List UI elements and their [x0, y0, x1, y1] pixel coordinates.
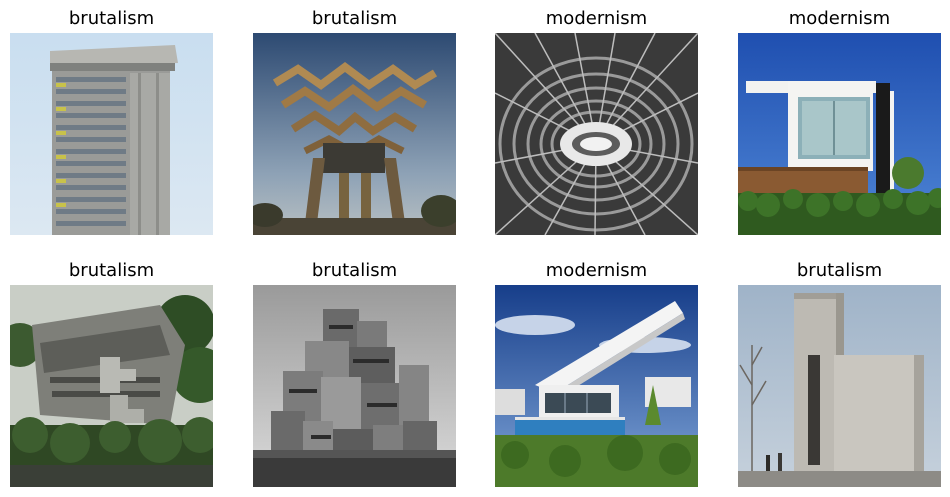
- thumbnail-image: [10, 33, 213, 235]
- grid-cell: modernism: [495, 258, 698, 488]
- zigzag-library-image: [253, 33, 456, 235]
- grid-cell: brutalism: [738, 258, 941, 488]
- thumbnail-image: [738, 285, 941, 487]
- cell-title: brutalism: [796, 260, 883, 281]
- thumbnail-image: [495, 33, 698, 235]
- ribbed-ceiling-image: [495, 33, 698, 235]
- cell-title: brutalism: [68, 8, 155, 29]
- thumbnail-image: [253, 33, 456, 235]
- concrete-tower-image: [738, 285, 941, 487]
- grid-cell: modernism: [738, 6, 941, 236]
- thumbnail-image: [495, 285, 698, 487]
- cell-title: modernism: [545, 8, 648, 29]
- grid-cell: modernism: [495, 6, 698, 236]
- thumbnail-image: [10, 285, 213, 487]
- cell-title: brutalism: [311, 260, 398, 281]
- cell-title: modernism: [788, 8, 891, 29]
- grid-cell: brutalism: [10, 258, 213, 488]
- cell-title: brutalism: [68, 260, 155, 281]
- thumbnail-image: [738, 33, 941, 235]
- grid-cell: brutalism: [253, 258, 456, 488]
- cantilever-house-image: [738, 33, 941, 235]
- thumbnail-image: [253, 285, 456, 487]
- cell-title: brutalism: [311, 8, 398, 29]
- grid-cell: brutalism: [10, 6, 213, 236]
- cell-title: modernism: [545, 260, 648, 281]
- tower-building-image: [10, 33, 213, 235]
- stair-building-image: [10, 285, 213, 487]
- pool-house-image: [495, 285, 698, 487]
- blocky-concrete-image: [253, 285, 456, 487]
- grid-cell: brutalism: [253, 6, 456, 236]
